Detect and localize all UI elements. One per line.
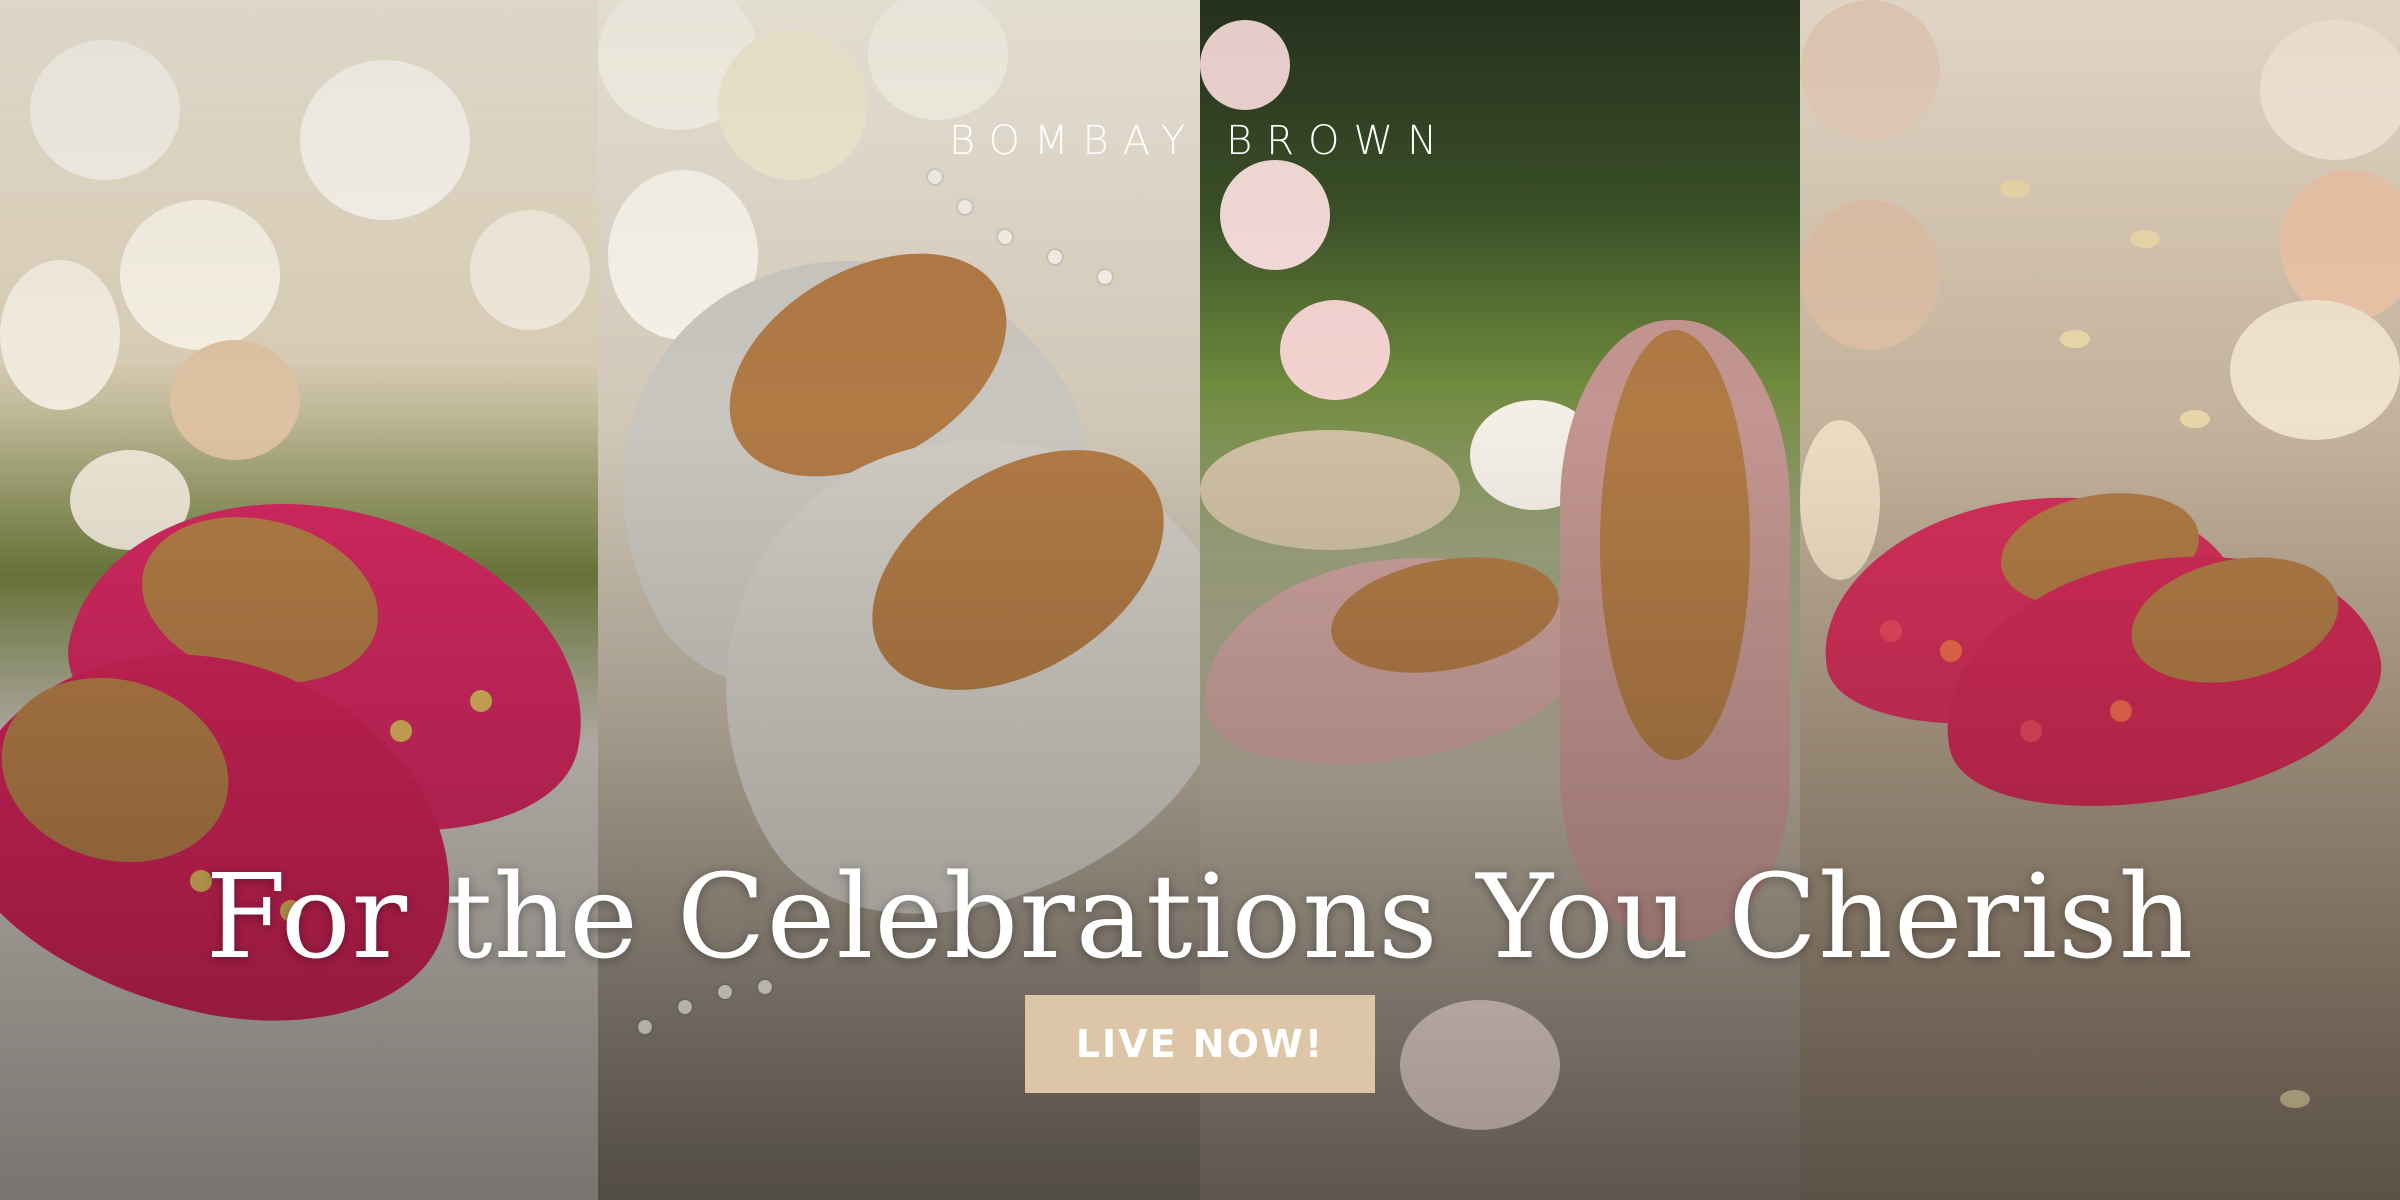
pearl [678, 1000, 692, 1014]
pearl [958, 200, 972, 214]
flower-embellishment [1940, 640, 1962, 662]
pink-flower [1220, 160, 1330, 270]
pearl [718, 985, 732, 999]
photo-panel-pink-juttis [0, 0, 598, 1200]
petal [2000, 180, 2030, 198]
hero-banner[interactable]: BOMBAY BROWN For the Celebrations You Ch… [0, 0, 2400, 1200]
shoe-lining [1600, 330, 1750, 760]
white-rose [0, 260, 120, 410]
flower-embellishment [1880, 620, 1902, 642]
flower-embellishment [2110, 700, 2132, 722]
pearl [998, 230, 1012, 244]
pink-flower [1200, 20, 1290, 110]
hero-headline: For the Celebrations You Cherish [205, 850, 2195, 985]
pearl [638, 1020, 652, 1034]
pearl [1048, 250, 1062, 264]
pampas-grass [1200, 430, 1460, 550]
petal [2280, 1090, 2310, 1108]
petal [2060, 330, 2090, 348]
beige-rose [170, 340, 300, 460]
petal [2130, 230, 2160, 248]
live-now-button[interactable]: LIVE NOW! [1025, 995, 1375, 1093]
flower-embellishment [2020, 720, 2042, 742]
white-rose [470, 210, 590, 330]
photo-panel-rose-juttis [1800, 0, 2400, 1200]
white-peony [120, 200, 280, 350]
white-rose [868, 0, 1008, 120]
pearl [928, 170, 942, 184]
cream-flower [2230, 300, 2400, 440]
pearl [1098, 270, 1112, 284]
pink-rose [1400, 1000, 1560, 1130]
pink-flower [1280, 300, 1390, 400]
cream-flower [1800, 420, 1880, 580]
petal [2180, 410, 2210, 428]
gold-embroidery [390, 720, 412, 742]
peach-rose [2280, 170, 2400, 320]
gold-embroidery [470, 690, 492, 712]
brand-logo: BOMBAY BROWN [948, 118, 1452, 164]
peach-rose [1800, 200, 1940, 350]
